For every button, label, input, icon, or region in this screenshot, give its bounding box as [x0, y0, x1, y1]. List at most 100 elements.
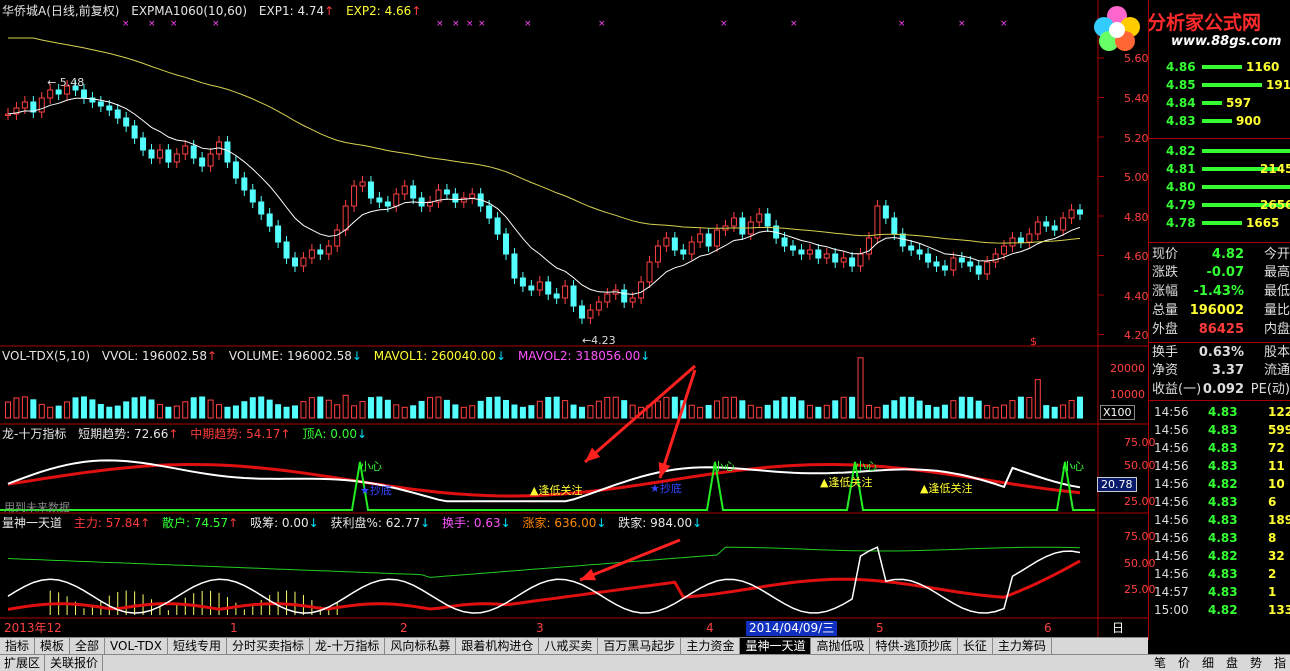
tab-indicator-9[interactable]: 八戒买卖: [539, 638, 599, 654]
tab-indicator-10[interactable]: 百万黑马起步: [598, 638, 682, 654]
tab-price[interactable]: 价: [1178, 655, 1190, 671]
candle-body: [756, 213, 763, 223]
tick-row: 14:56 4.83 189: [1150, 511, 1290, 529]
bid-price: 4.82: [1166, 144, 1196, 158]
tab-indicator-5[interactable]: 分时买卖指标: [227, 638, 311, 654]
ask-row[interactable]: 4.86 1160: [1150, 58, 1290, 76]
tick-row: 14:56 4.83 11: [1150, 457, 1290, 475]
volume-bar: [342, 394, 349, 419]
kline-chart-area[interactable]: ← 5.48 ←4.23 × × × × × × × × × × × × × × × 小心 小心 小心 小心 ▲逢低关注 ▲…: [0, 0, 1148, 640]
date-month: 3: [536, 621, 544, 635]
tab-indicator-1[interactable]: 模板: [35, 638, 71, 654]
signal-mark: ×: [466, 19, 474, 29]
volume-bar: [773, 400, 780, 419]
candle-body: [308, 249, 315, 259]
bid-row[interactable]: 4.81 2145: [1150, 160, 1290, 178]
candle-body: [941, 265, 948, 271]
candle-body: [595, 301, 602, 311]
bottom-label: ★抄底: [360, 483, 392, 497]
volume-bar: [291, 405, 298, 419]
tab-indicator-15[interactable]: 长征: [957, 638, 993, 654]
tab-indicator-2[interactable]: 全部: [70, 638, 106, 654]
candle-body: [823, 253, 830, 259]
candle-body: [714, 229, 721, 247]
volume-bar: [334, 404, 341, 419]
careful-label: 小心: [713, 460, 735, 473]
volume-bar: [401, 406, 408, 419]
volume-bar: [156, 404, 163, 419]
candle-body: [781, 237, 788, 247]
up-arrow-icon: ↑: [324, 4, 335, 18]
volume-bar: [351, 405, 358, 419]
tab-indicator-3[interactable]: VOL-TDX: [105, 638, 168, 654]
volume-bar: [13, 397, 20, 419]
tick-time: 14:56: [1154, 531, 1189, 545]
bid-row[interactable]: 4.80: [1150, 178, 1290, 196]
candle-body: [241, 177, 248, 191]
volume-bar: [604, 396, 611, 419]
ask-volume: 900: [1236, 114, 1262, 128]
candle-body: [275, 225, 282, 243]
tab-index[interactable]: 指: [1274, 655, 1286, 671]
candle-body: [55, 89, 62, 95]
ask-volume-bar: [1202, 65, 1242, 69]
volume-bar: [477, 400, 484, 419]
tab-indicator-12[interactable]: 量神一天道: [740, 638, 812, 654]
volume-bar: [258, 396, 265, 419]
volume-bar: [798, 400, 805, 419]
volume-bar: [739, 400, 746, 419]
tab-indicator-13[interactable]: 高抛低吸: [811, 638, 871, 654]
tab-indicator-8[interactable]: 跟着机构进仓: [456, 638, 540, 654]
candle-body: [950, 257, 957, 271]
volume-bar: [89, 399, 96, 419]
tab-indicator-16[interactable]: 主力筹码: [992, 638, 1052, 654]
quote-label: 收益(一): [1152, 382, 1202, 397]
bid-row[interactable]: 4.82: [1150, 142, 1290, 160]
volume-bar: [874, 406, 881, 419]
quote-right-label: 最高: [1263, 265, 1290, 280]
tick-row: 14:56 4.83 2: [1150, 565, 1290, 583]
ask-price: 4.86: [1166, 60, 1196, 74]
tick-volume: 1336: [1268, 603, 1290, 617]
tab-indicator-11[interactable]: 主力资金: [681, 638, 741, 654]
tick-volume: 8: [1268, 531, 1277, 545]
price-axis-label: 4.20: [1124, 329, 1149, 342]
candle-body: [663, 237, 670, 247]
date-month: 2: [400, 621, 408, 635]
candle-body: [393, 193, 400, 207]
bid-row[interactable]: 4.78 1665: [1150, 214, 1290, 232]
ask-row[interactable]: 4.84 597: [1150, 94, 1290, 112]
bid-row[interactable]: 4.79 2656: [1150, 196, 1290, 214]
price-axis-label: 5.60: [1124, 52, 1149, 65]
chart-background: [0, 0, 1148, 640]
candle-body: [199, 157, 206, 167]
tab-indicator-7[interactable]: 风向标私募: [385, 638, 457, 654]
candle-body: [587, 309, 594, 319]
status-bar: 扩展区 关联报价 笔 价 细 盘 势 指: [0, 654, 1290, 671]
tick-volume: 11: [1268, 459, 1285, 473]
tab-trades[interactable]: 笔: [1154, 655, 1166, 671]
candle-body: [578, 305, 585, 319]
down-arrow-icon: ↓: [692, 516, 703, 530]
expand-area-button[interactable]: 扩展区: [0, 655, 46, 671]
candle-body: [806, 249, 813, 255]
down-arrow-icon: ↓: [640, 349, 651, 363]
volume-bar: [865, 404, 872, 419]
tab-indicator-0[interactable]: 指标: [0, 638, 36, 654]
ask-row[interactable]: 4.85 1910: [1150, 76, 1290, 94]
tab-indicator-4[interactable]: 短线专用: [167, 638, 227, 654]
vol-unit-badge: X100: [1100, 405, 1135, 420]
volume-bar: [452, 404, 459, 419]
selected-date: 2014/04/09/三: [746, 621, 838, 636]
price-axis-label: 4.40: [1124, 290, 1149, 303]
tab-indicator-6[interactable]: 龙-十万指标: [310, 638, 386, 654]
tab-trend[interactable]: 势: [1250, 655, 1262, 671]
related-quote-button[interactable]: 关联报价: [46, 655, 104, 671]
ask-row[interactable]: 4.83 900: [1150, 112, 1290, 130]
volume-bar: [570, 404, 577, 419]
signal-mark: ×: [790, 19, 798, 29]
tab-detail[interactable]: 细: [1202, 655, 1214, 671]
tab-indicator-14[interactable]: 特供-逃顶抄底: [870, 638, 958, 654]
volume-bar: [688, 404, 695, 419]
tab-board[interactable]: 盘: [1226, 655, 1238, 671]
